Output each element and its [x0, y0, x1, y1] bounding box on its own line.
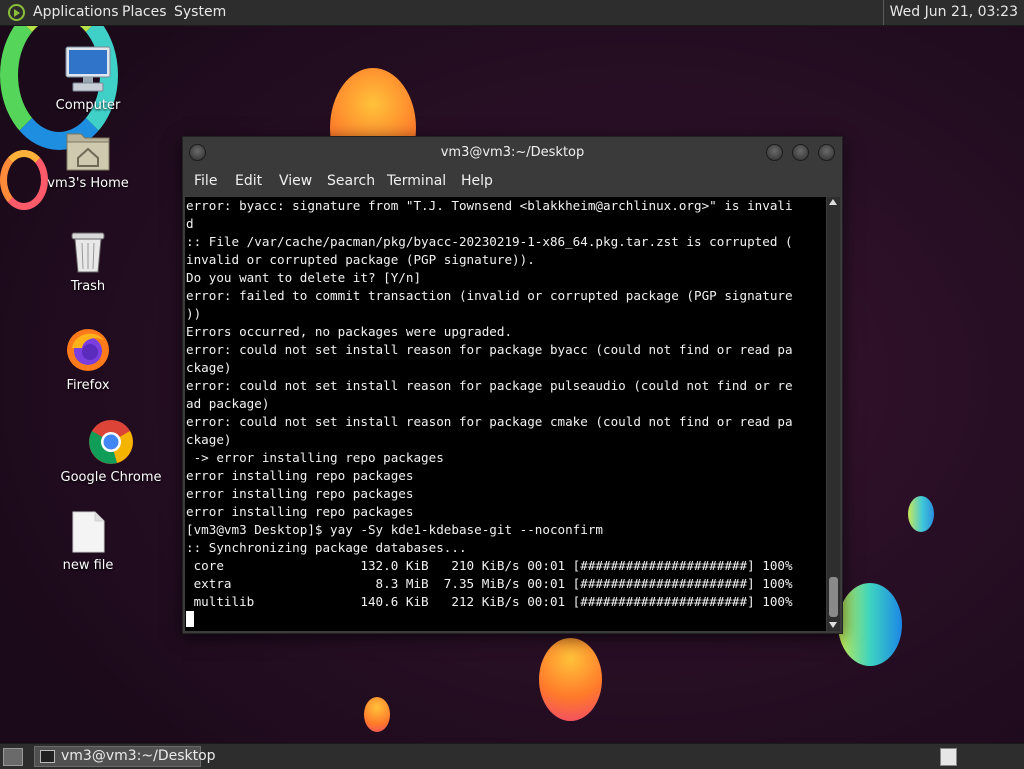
workspace-switcher[interactable]	[940, 748, 957, 766]
terminal-line: core 132.0 KiB 210 KiB/s 00:01 [########…	[186, 558, 793, 573]
menu-terminal[interactable]: Terminal	[387, 173, 446, 189]
terminal-cursor-line	[185, 611, 826, 629]
computer-icon	[63, 44, 113, 94]
terminal-line: invalid or corrupted package (PGP signat…	[186, 252, 535, 267]
firefox-icon	[64, 326, 112, 374]
wallpaper-shape	[908, 496, 934, 532]
trash-icon	[68, 229, 108, 275]
window-menu-icon[interactable]	[189, 144, 206, 161]
wallpaper-shape	[364, 697, 390, 732]
window-titlebar[interactable]: vm3@vm3:~/Desktop	[183, 137, 842, 169]
desktop-icon-new-file[interactable]: new file	[33, 510, 143, 573]
menu-search[interactable]: Search	[327, 173, 375, 189]
terminal-line: error installing repo packages	[186, 504, 414, 519]
bottom-panel: vm3@vm3:~/Desktop	[0, 743, 1024, 769]
chrome-icon	[87, 418, 135, 466]
terminal-menubar: File Edit View Search Terminal Help	[183, 169, 842, 196]
show-desktop-icon[interactable]	[3, 748, 23, 766]
terminal-line: -> error installing repo packages	[186, 450, 444, 465]
clock[interactable]: Wed Jun 21, 03:23	[882, 0, 1024, 25]
desktop-icon-label: Google Chrome	[60, 470, 162, 485]
desktop-icon-home[interactable]: vm3's Home	[33, 128, 143, 191]
terminal-line: ))	[186, 306, 202, 321]
menu-applications[interactable]: Applications	[33, 0, 119, 25]
terminal-line: Do you want to delete it? [Y/n]	[186, 270, 422, 285]
window-title: vm3@vm3:~/Desktop	[440, 145, 585, 160]
desktop-icon-label: new file	[62, 558, 114, 573]
desktop-icon-chrome[interactable]: Google Chrome	[56, 418, 166, 485]
maximize-button[interactable]	[792, 144, 809, 161]
terminal-line: :: File /var/cache/pacman/pkg/byacc-2023…	[186, 234, 793, 249]
wallpaper-shape	[838, 583, 902, 666]
home-folder-icon	[65, 128, 111, 172]
terminal-line: error: byacc: signature from "T.J. Towns…	[186, 198, 793, 213]
desktop-icon-label: Firefox	[66, 378, 110, 393]
desktop-icon-label: Trash	[70, 279, 106, 294]
terminal-line: d	[186, 216, 194, 231]
wallpaper-shape	[539, 638, 602, 721]
terminal-line: error installing repo packages	[186, 468, 414, 483]
taskbar-item-label: vm3@vm3:~/Desktop	[61, 748, 216, 764]
taskbar-item-terminal[interactable]: vm3@vm3:~/Desktop	[34, 746, 216, 767]
desktop-icon-label: vm3's Home	[47, 176, 129, 191]
terminal-line: Errors occurred, no packages were upgrad…	[186, 324, 513, 339]
terminal-line: extra 8.3 MiB 7.35 MiB/s 00:01 [########…	[186, 576, 793, 591]
desktop-icon-firefox[interactable]: Firefox	[33, 326, 143, 393]
menu-places[interactable]: Places	[122, 0, 167, 25]
menu-file[interactable]: File	[194, 173, 217, 189]
menu-edit[interactable]: Edit	[235, 173, 262, 189]
terminal-output[interactable]: error: byacc: signature from "T.J. Towns…	[185, 197, 826, 631]
scroll-up-icon[interactable]	[829, 199, 837, 205]
scroll-down-icon[interactable]	[829, 622, 837, 628]
desktop-icon-computer[interactable]: Computer	[33, 44, 143, 113]
terminal-line: ckage)	[186, 432, 232, 447]
top-panel: Applications Places System Wed Jun 21, 0…	[0, 0, 1024, 26]
terminal-line: multilib 140.6 KiB 212 KiB/s 00:01 [####…	[186, 594, 793, 609]
terminal-line: :: Synchronizing package databases...	[186, 540, 467, 555]
menu-help[interactable]: Help	[461, 173, 493, 189]
close-button[interactable]	[818, 144, 835, 161]
terminal-line: error: could not set install reason for …	[186, 342, 793, 357]
terminal-line: ad package)	[186, 396, 270, 411]
terminal-window[interactable]: vm3@vm3:~/Desktop File Edit View Search …	[182, 136, 843, 634]
terminal-line: error: could not set install reason for …	[186, 414, 793, 429]
terminal-scrollbar[interactable]	[827, 197, 840, 631]
desktop-icon-trash[interactable]: Trash	[33, 229, 143, 294]
menu-view[interactable]: View	[279, 173, 312, 189]
terminal-line: ckage)	[186, 360, 232, 375]
text-cursor	[186, 611, 194, 627]
terminal-line: [vm3@vm3 Desktop]$ yay -Sy kde1-kdebase-…	[186, 522, 604, 537]
applications-logo-icon[interactable]	[8, 4, 25, 21]
terminal-line: error: could not set install reason for …	[186, 378, 793, 393]
file-icon	[70, 510, 106, 554]
scrollbar-thumb[interactable]	[829, 577, 838, 617]
terminal-icon	[40, 750, 55, 763]
desktop-icon-label: Computer	[55, 98, 121, 113]
menu-system[interactable]: System	[174, 0, 226, 25]
terminal-line: error: failed to commit transaction (inv…	[186, 288, 793, 303]
minimize-button[interactable]	[766, 144, 783, 161]
terminal-line: error installing repo packages	[186, 486, 414, 501]
